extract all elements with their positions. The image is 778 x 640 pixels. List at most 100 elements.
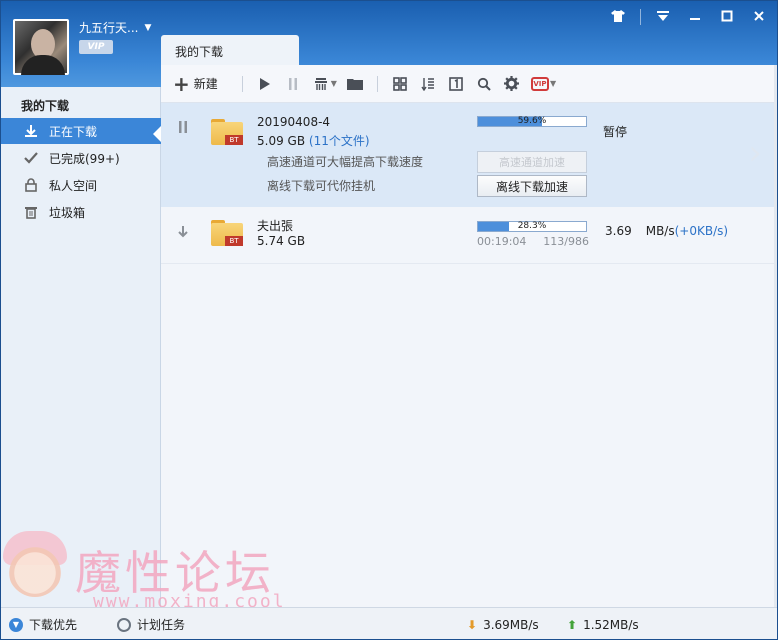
download-arrow-icon — [177, 226, 189, 241]
download-priority-label: 下载优先 — [29, 618, 78, 632]
task-size-value: 5.09 GB — [257, 134, 306, 148]
menu-icon[interactable] — [653, 7, 673, 25]
chevron-down-circle-icon: ▼ — [9, 617, 23, 632]
avatar-body — [21, 55, 65, 75]
shirt-icon[interactable] — [608, 7, 628, 25]
plus-icon: + — [173, 71, 190, 96]
arrow-down-icon: ⬇ — [467, 617, 478, 632]
upload-speed-value: 1.52MB/s — [583, 617, 639, 632]
task-file-count[interactable]: (11个文件) — [309, 134, 370, 148]
offline-hint: 离线下载可代你挂机 — [267, 179, 376, 193]
bt-badge: BT — [225, 236, 243, 246]
elapsed-time: 00:19:04 — [477, 235, 527, 248]
vip-badge[interactable]: VIP — [79, 40, 113, 54]
progress-bar: 28.3% — [477, 221, 587, 232]
sidebar-item-label: 私人空间 — [49, 178, 98, 193]
grid-icon[interactable] — [388, 72, 412, 96]
arrow-up-icon: ⬆ — [567, 617, 578, 632]
chevron-down-icon: ▼ — [144, 22, 152, 33]
scheduled-task-button[interactable]: 计划任务 — [117, 616, 185, 633]
task-status: 暂停 — [603, 125, 628, 139]
download-speed-value: 3.69MB/s — [483, 617, 539, 632]
sidebar-item-completed[interactable]: 已完成(99+) — [1, 145, 161, 171]
gear-icon[interactable] — [500, 72, 524, 96]
chevron-right-icon[interactable]: › — [748, 133, 762, 173]
task-progress-meta: 00:19:04 113/986 — [477, 235, 589, 248]
watermark-girl-icon — [7, 537, 63, 597]
vip-icon-frame: VIP — [530, 76, 549, 91]
task-size: 5.74 GB — [257, 234, 306, 248]
new-task-button[interactable]: + 新建 — [173, 71, 218, 96]
lock-icon — [23, 177, 39, 193]
check-icon — [23, 150, 39, 166]
high-speed-accel-button[interactable]: 高速通道加速 — [477, 151, 587, 173]
tab-label: 我的下载 — [175, 45, 224, 59]
chevron-down-icon[interactable]: ▼ — [550, 79, 556, 88]
task-size: 5.09 GB (11个文件) — [257, 132, 370, 149]
sort-icon[interactable] — [416, 72, 440, 96]
task-speed: 3.69 MB/s(+0KB/s) — [605, 224, 728, 238]
sidebar-item-downloading[interactable]: 正在下载 — [1, 118, 161, 144]
single-task-icon[interactable] — [444, 72, 468, 96]
folder-icon[interactable] — [343, 72, 367, 96]
task-name: 20190408-4 — [257, 115, 331, 129]
search-icon[interactable] — [472, 72, 496, 96]
pause-icon[interactable] — [177, 121, 189, 136]
window-controls-divider — [640, 9, 641, 25]
tab-my-downloads[interactable]: 我的下载 — [161, 35, 299, 65]
progress-bar: 59.6% — [477, 116, 587, 127]
download-icon — [23, 123, 39, 139]
toolbar: + 新建 ▼ VIP ▼ — [161, 65, 777, 103]
sidebar-item-trash[interactable]: 垃圾箱 — [1, 199, 161, 225]
sidebar-item-label: 垃圾箱 — [49, 205, 86, 220]
scrollbar[interactable] — [774, 65, 777, 607]
task-name: 夫出張 — [257, 219, 294, 233]
avatar[interactable] — [13, 19, 69, 75]
progress-percent: 59.6% — [517, 116, 547, 126]
clock-icon — [117, 617, 131, 632]
progress-percent: 28.3% — [517, 221, 547, 231]
speed-unit-group: MB/s(+0KB/s) — [646, 224, 728, 238]
task-row[interactable]: BT 20190408-4 5.09 GB (11个文件) 高速通道可大幅提高下… — [161, 103, 777, 207]
minimize-icon[interactable] — [685, 7, 705, 25]
trash-icon — [23, 204, 39, 220]
high-speed-accel-label: 高速通道加速 — [499, 156, 565, 169]
vip-icon[interactable]: VIP — [528, 72, 552, 96]
speed-extra: (+0KB/s) — [674, 224, 729, 238]
sidebar-title: 我的下载 — [21, 99, 70, 113]
username-label: 九五行天... — [79, 21, 139, 35]
bt-badge: BT — [225, 135, 243, 145]
speed-unit: MB/s — [645, 224, 675, 238]
sidebar-item-label: 正在下载 — [49, 124, 98, 139]
task-row[interactable]: BT 夫出張 5.74 GB 28.3% 00:19:04 113/986 3.… — [161, 208, 777, 264]
close-icon[interactable] — [749, 7, 769, 25]
total-download-speed: ⬇ 3.69MB/s — [467, 618, 539, 632]
piece-count: 113/986 — [543, 235, 589, 248]
chevron-down-icon[interactable]: ▼ — [331, 79, 337, 88]
username-menu[interactable]: 九五行天... ▼ — [79, 19, 151, 36]
sidebar-item-label: 已完成(99+) — [49, 151, 120, 166]
trash-icon[interactable] — [309, 72, 333, 96]
vip-badge-text: VIP — [87, 42, 105, 52]
play-icon[interactable] — [253, 72, 277, 96]
sidebar-item-private-space[interactable]: 私人空间 — [1, 172, 161, 198]
active-indicator — [153, 126, 161, 142]
download-priority-toggle[interactable]: ▼ 下载优先 — [9, 616, 77, 633]
bt-folder-icon: BT — [211, 117, 243, 145]
pause-icon[interactable] — [281, 72, 305, 96]
offline-accel-button[interactable]: 离线下载加速 — [477, 175, 587, 197]
new-task-label: 新建 — [193, 77, 218, 91]
total-upload-speed: ⬆ 1.52MB/s — [567, 618, 639, 632]
accel-hint: 高速通道可大幅提高下载速度 — [267, 155, 424, 169]
scheduled-task-label: 计划任务 — [137, 618, 186, 632]
toolbar-divider — [376, 75, 378, 92]
toolbar-divider — [241, 75, 243, 92]
bt-folder-icon: BT — [211, 218, 243, 246]
forum-watermark: 魔性论坛 www.moxing.cool — [1, 521, 301, 612]
maximize-icon[interactable] — [717, 7, 737, 25]
status-bar: ▼ 下载优先 计划任务 ⬇ 3.69MB/s ⬆ 1.52MB/s — [1, 607, 777, 639]
offline-accel-label: 离线下载加速 — [495, 179, 568, 194]
speed-value: 3.69 — [605, 224, 632, 238]
app-window: 九五行天... ▼ VIP 我的下载 我的下载 正在下载 已完成(99+) 私人… — [0, 0, 778, 640]
window-controls — [608, 7, 769, 25]
